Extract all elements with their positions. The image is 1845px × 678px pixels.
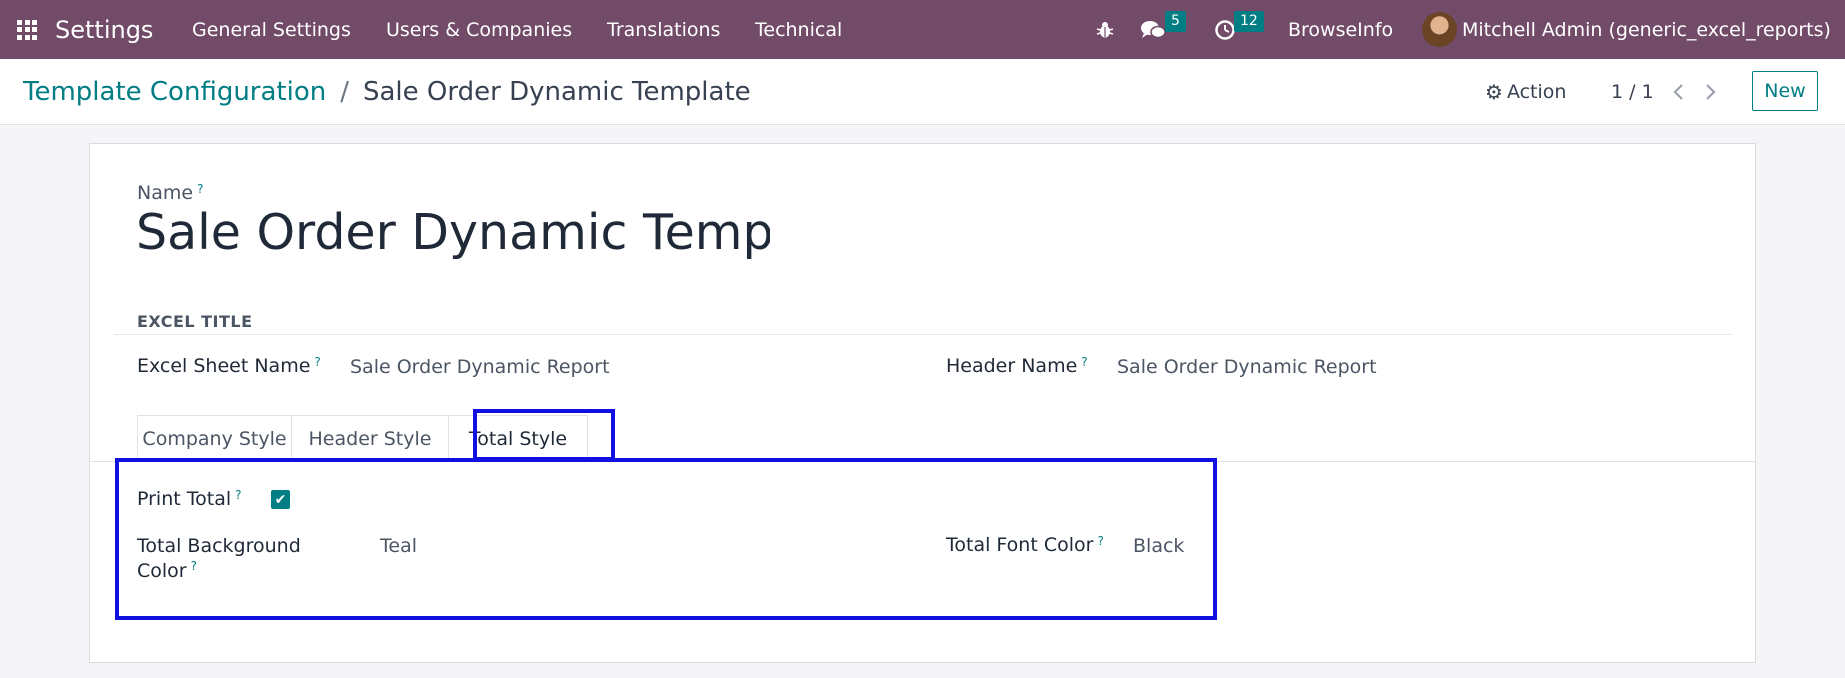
menu-general-settings[interactable]: General Settings xyxy=(192,0,351,59)
clock-icon[interactable] xyxy=(1214,0,1236,59)
header-name-label-text: Header Name xyxy=(946,355,1078,377)
highlight-box-content xyxy=(115,458,1217,620)
help-tooltip-icon[interactable]: ? xyxy=(1081,355,1087,369)
help-tooltip-icon[interactable]: ? xyxy=(197,182,203,196)
user-avatar[interactable] xyxy=(1422,12,1457,47)
action-label: Action xyxy=(1506,80,1567,103)
excel-sheet-name-label: Excel Sheet Name? xyxy=(137,355,321,377)
pager-value[interactable]: 1 / 1 xyxy=(1611,59,1654,124)
excel-sheet-name-label-text: Excel Sheet Name xyxy=(137,355,311,377)
gear-icon: ⚙ xyxy=(1485,79,1503,104)
menu-translations[interactable]: Translations xyxy=(607,0,720,59)
action-button[interactable]: ⚙ Action xyxy=(1485,59,1566,124)
breadcrumb-template-configuration[interactable]: Template Configuration xyxy=(23,77,326,107)
name-label-text: Name xyxy=(137,182,194,204)
breadcrumb-current-record: Sale Order Dynamic Template xyxy=(363,76,751,107)
breadcrumb-separator: / xyxy=(340,76,349,107)
highlight-box-tab xyxy=(473,409,615,461)
menu-users-companies[interactable]: Users & Companies xyxy=(386,0,572,59)
chat-icon[interactable] xyxy=(1140,0,1166,59)
user-menu[interactable]: Mitchell Admin (generic_excel_reports) xyxy=(1462,0,1831,59)
excel-sheet-name-input[interactable]: Sale Order Dynamic Report xyxy=(350,356,610,378)
header-name-label: Header Name? xyxy=(946,355,1088,377)
name-field-label: Name? xyxy=(137,182,203,204)
section-divider xyxy=(114,334,1732,335)
tab-company-style[interactable]: Company Style xyxy=(137,415,292,462)
menu-technical[interactable]: Technical xyxy=(755,0,842,59)
app-brand[interactable]: Settings xyxy=(55,0,153,59)
tab-header-style[interactable]: Header Style xyxy=(291,415,449,462)
name-input[interactable]: Sale Order Dynamic Template xyxy=(136,204,770,263)
control-panel: Template Configuration / Sale Order Dyna… xyxy=(0,59,1845,125)
bug-icon[interactable] xyxy=(1095,0,1115,59)
breadcrumb: Template Configuration / Sale Order Dyna… xyxy=(23,59,751,124)
pager-next-icon[interactable] xyxy=(1703,59,1717,124)
apps-grid-icon[interactable] xyxy=(17,0,39,59)
activities-count-badge: 12 xyxy=(1234,11,1264,32)
top-navbar: Settings General Settings Users & Compan… xyxy=(0,0,1845,59)
pager-previous-icon[interactable] xyxy=(1672,59,1686,124)
help-tooltip-icon[interactable]: ? xyxy=(314,355,320,369)
header-name-input[interactable]: Sale Order Dynamic Report xyxy=(1117,356,1377,378)
section-title-excel: EXCEL TITLE xyxy=(137,312,253,331)
new-record-button[interactable]: New xyxy=(1752,71,1818,111)
messages-count-badge: 5 xyxy=(1165,11,1186,32)
company-switcher[interactable]: BrowseInfo xyxy=(1288,0,1393,59)
